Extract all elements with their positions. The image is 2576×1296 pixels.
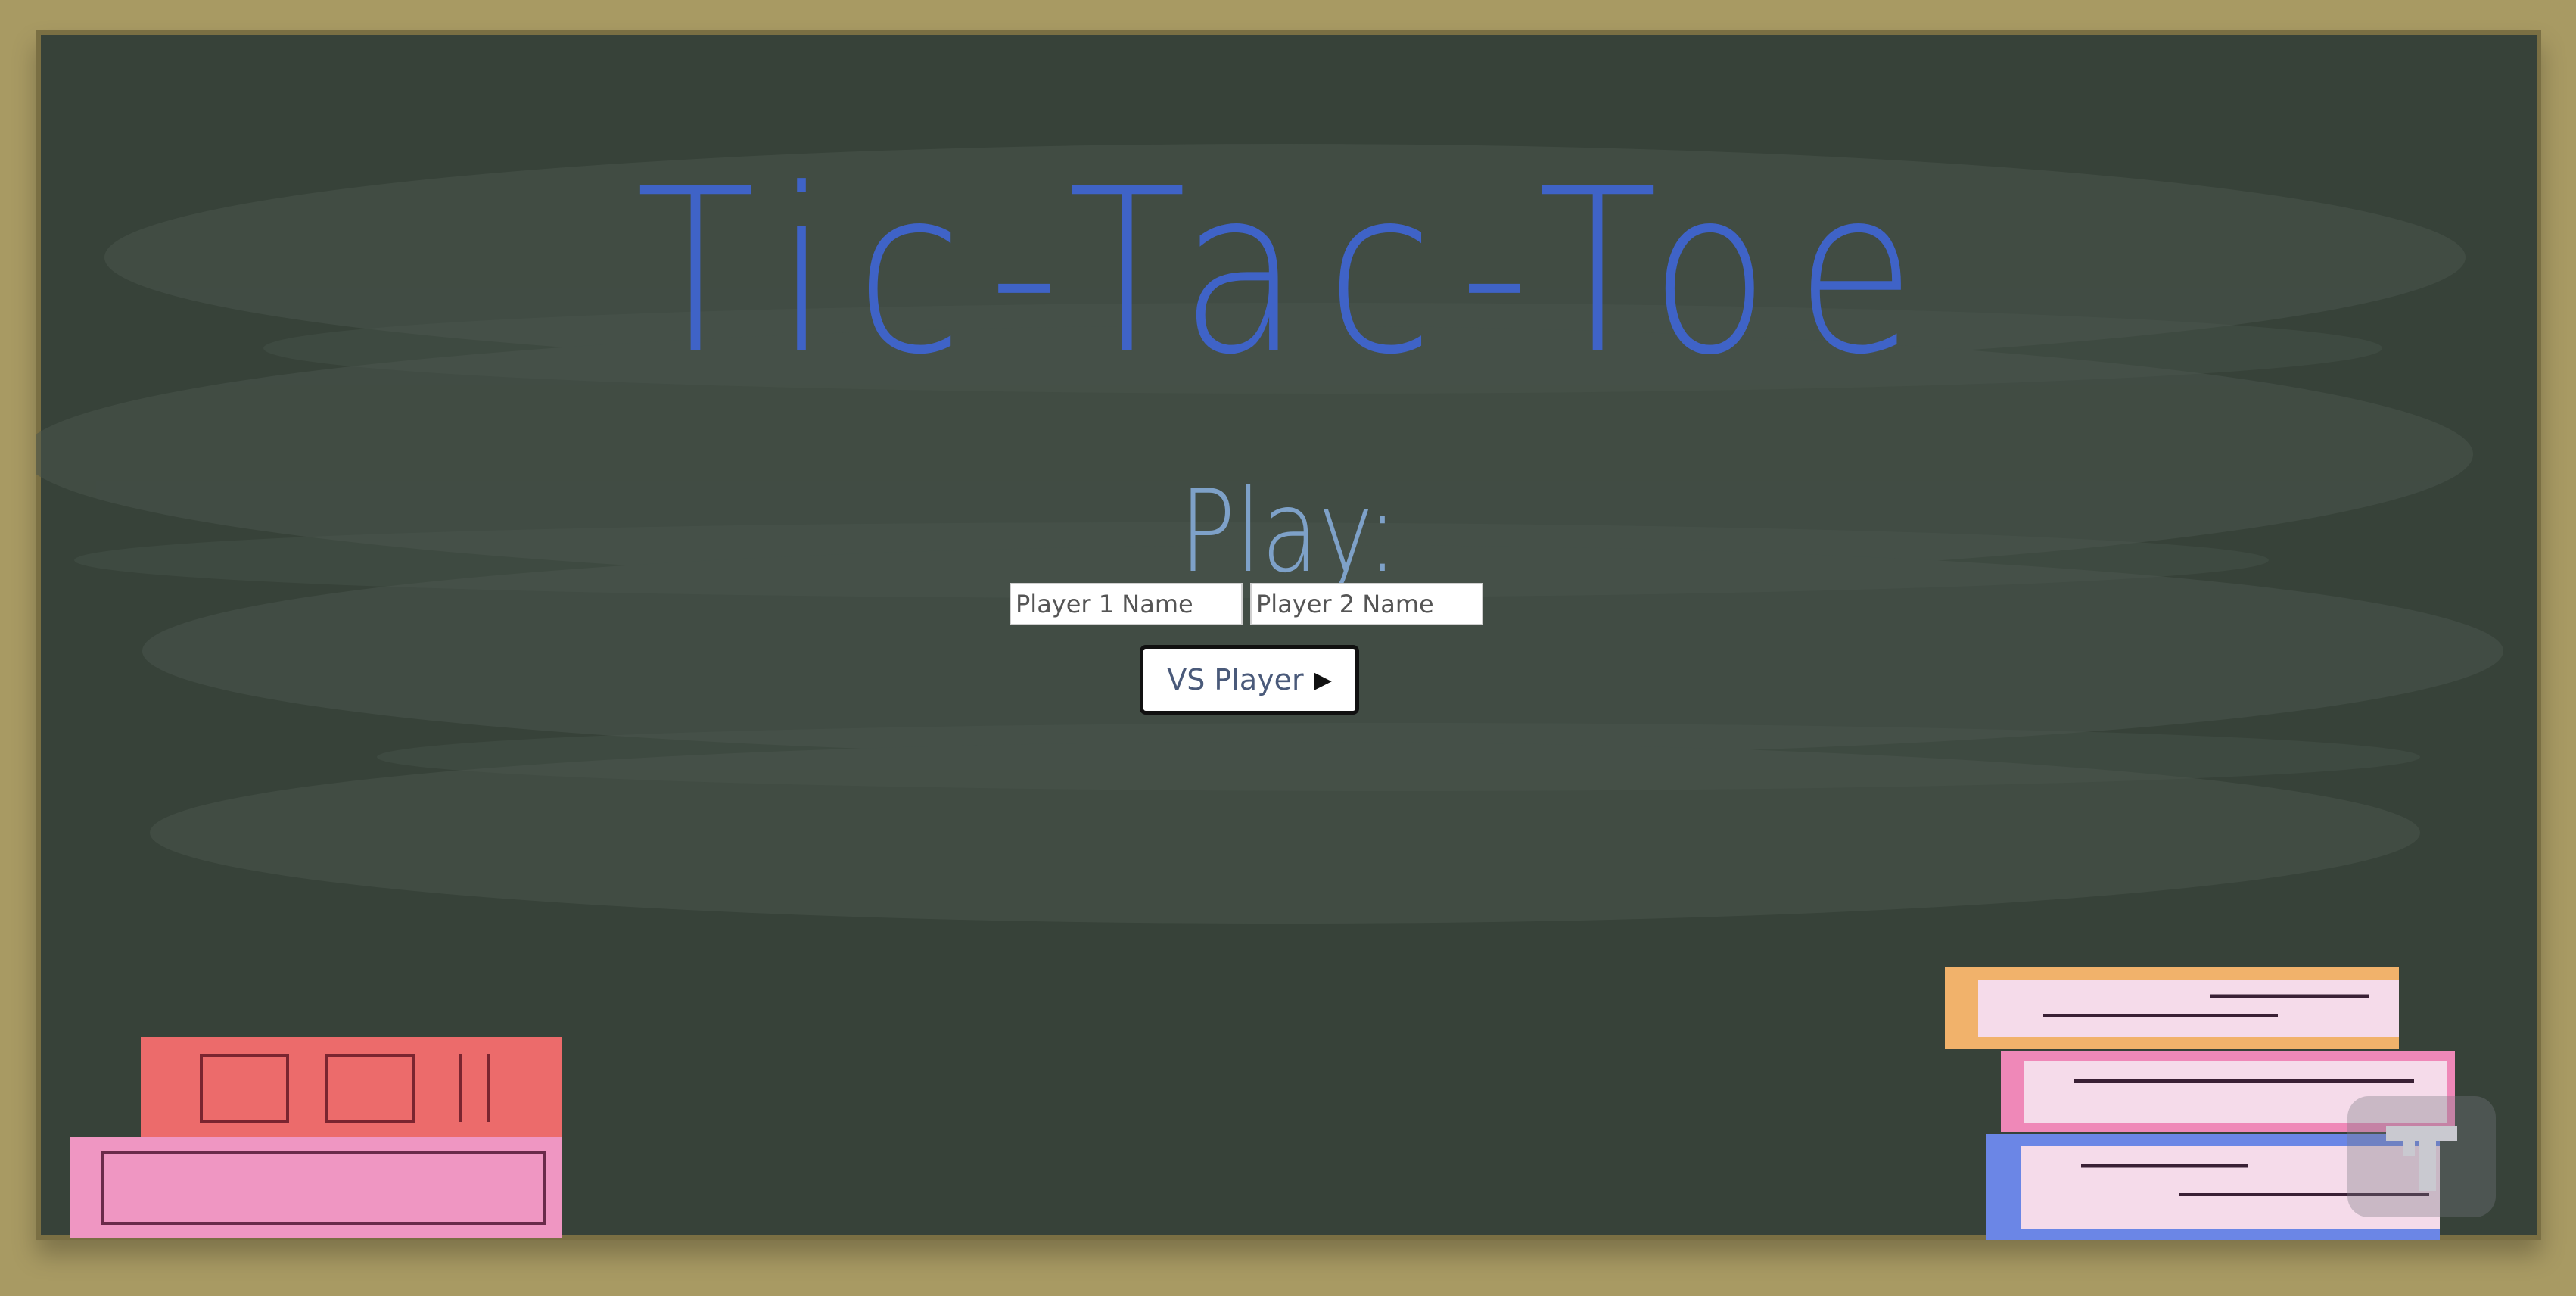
- play-triangle-icon: ▶: [1314, 666, 1332, 693]
- book-stack-left: [65, 1037, 580, 1240]
- game-title: Tic-Tac-Toe: [636, 140, 1942, 404]
- app-logo-icon: [2347, 1096, 2496, 1217]
- player-2-name-input[interactable]: [1250, 583, 1483, 625]
- vs-player-label: VS Player: [1167, 663, 1304, 696]
- chalkboard: Tic-Tac-Toe Play:: [36, 30, 2541, 1240]
- vs-player-button[interactable]: VS Player ▶: [1140, 645, 1359, 715]
- player-inputs: [1010, 583, 1483, 625]
- player-1-name-input[interactable]: [1010, 583, 1243, 625]
- play-heading: Play:: [1179, 466, 1398, 598]
